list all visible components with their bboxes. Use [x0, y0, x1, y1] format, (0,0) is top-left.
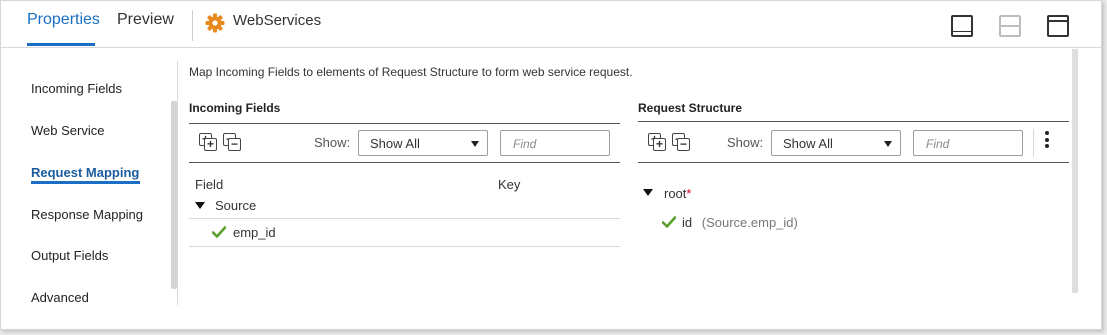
root-label: root	[664, 186, 687, 201]
request-structure-title: Request Structure	[638, 101, 743, 115]
incoming-title-separator	[189, 123, 620, 124]
layout-top-panel-icon[interactable]	[1047, 15, 1069, 37]
request-show-label: Show:	[727, 135, 764, 150]
table-row-separator	[189, 218, 620, 219]
request-find-input[interactable]: Find	[913, 130, 1023, 156]
nav-active-indicator	[31, 181, 140, 184]
incoming-show-select[interactable]: Show All	[358, 130, 488, 156]
nav-item-request-mapping[interactable]: Request Mapping	[31, 165, 139, 180]
tab-properties[interactable]: Properties	[27, 11, 100, 29]
node-id-mapping: (Source.emp_id)	[701, 215, 798, 230]
table-row-separator	[189, 246, 620, 247]
incoming-show-value: Show All	[370, 136, 420, 151]
content-divider	[177, 61, 178, 305]
check-icon	[212, 226, 226, 238]
transformation-title: WebServices	[233, 12, 322, 29]
key-column-header: Key	[498, 177, 521, 192]
request-show-value: Show All	[783, 136, 833, 151]
properties-panel: Properties Preview WebServices Incoming …	[0, 0, 1102, 330]
content-scrollbar[interactable]	[1072, 49, 1078, 293]
collapse-root-icon[interactable]	[643, 189, 653, 196]
root-node[interactable]: root*	[664, 186, 691, 201]
collapse-all-icon-back: −	[677, 137, 690, 151]
panel-header: Properties Preview WebServices	[1, 1, 1101, 48]
request-title-separator	[638, 121, 1069, 122]
chevron-down-icon	[884, 141, 892, 147]
request-toolbar-separator	[638, 162, 1069, 163]
collapse-source-icon[interactable]	[195, 202, 205, 209]
source-group-label: Source	[215, 198, 257, 213]
field-column-header: Field	[195, 177, 224, 192]
mapping-description: Map Incoming Fields to elements of Reque…	[189, 65, 633, 79]
nav-item-response-mapping[interactable]: Response Mapping	[31, 207, 143, 222]
more-options-icon[interactable]	[1044, 131, 1050, 151]
expand-all-icon-back: +	[204, 137, 217, 151]
required-marker: *	[686, 186, 692, 201]
incoming-toolbar-separator	[189, 162, 620, 163]
gear-icon	[205, 13, 225, 33]
layout-bottom-panel-icon[interactable]	[951, 15, 973, 37]
tab-preview[interactable]: Preview	[117, 11, 174, 29]
incoming-find-input[interactable]: Find	[500, 130, 610, 156]
node-id-label: id	[682, 215, 693, 230]
collapse-all-icon-back: −	[228, 137, 241, 151]
nav-item-incoming-fields[interactable]: Incoming Fields	[31, 81, 122, 96]
active-tab-indicator	[27, 43, 95, 46]
incoming-show-label: Show:	[314, 135, 351, 150]
layout-split-icon[interactable]	[999, 15, 1021, 37]
request-show-select[interactable]: Show All	[771, 130, 901, 156]
nav-item-web-service[interactable]: Web Service	[31, 123, 104, 138]
toolbar-divider	[1033, 129, 1034, 157]
nav-item-advanced[interactable]: Advanced	[31, 290, 89, 305]
header-divider	[192, 10, 193, 41]
field-emp-id[interactable]: emp_id	[233, 225, 276, 240]
expand-all-icon-back: +	[653, 137, 666, 151]
request-node-id[interactable]: id (Source.emp_id)	[682, 215, 798, 230]
check-icon	[662, 216, 676, 228]
nav-item-output-fields[interactable]: Output Fields	[31, 248, 108, 263]
incoming-fields-title: Incoming Fields	[189, 101, 281, 115]
chevron-down-icon	[471, 141, 479, 147]
